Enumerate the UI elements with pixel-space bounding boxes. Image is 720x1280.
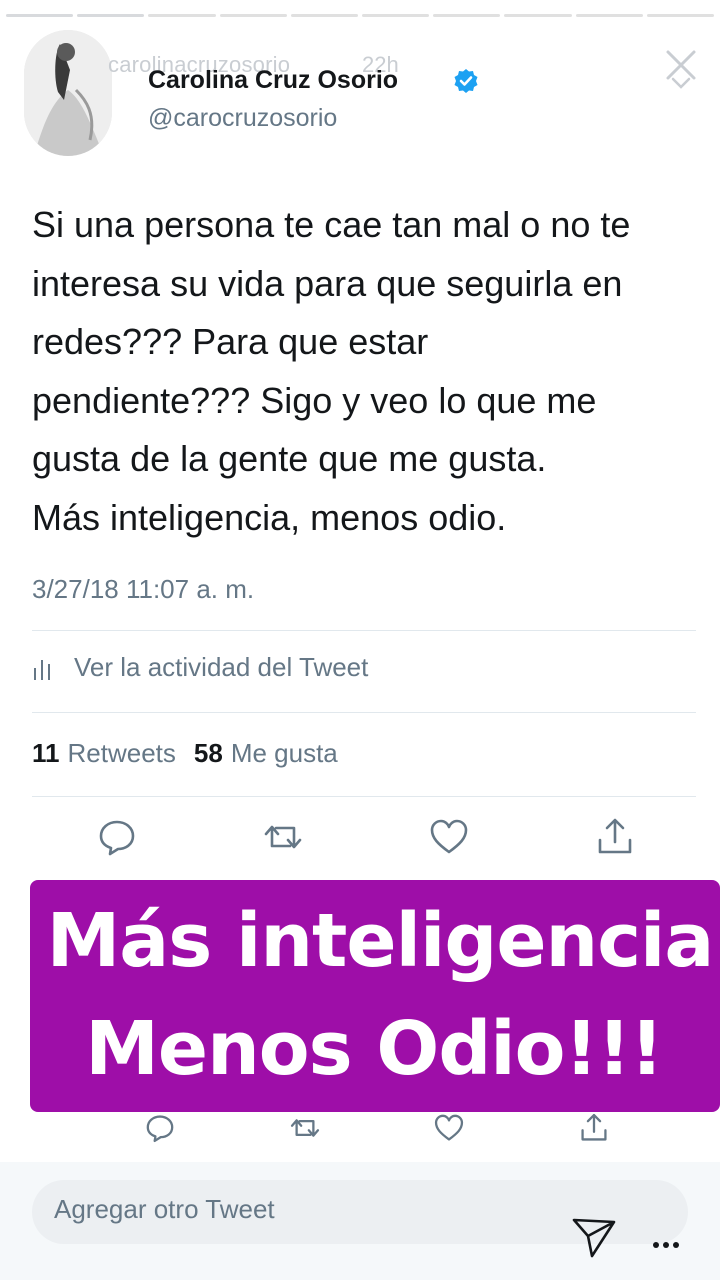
divider <box>32 796 696 797</box>
tweet-timestamp: 3/27/18 11:07 a. m. <box>32 574 255 604</box>
tweet-stats: 11 Retweets 58 Me gusta <box>32 738 338 769</box>
retweet-icon[interactable] <box>262 816 304 858</box>
progress-segment <box>77 14 145 17</box>
progress-segment <box>504 14 572 17</box>
heart-icon[interactable] <box>433 1112 465 1144</box>
likes-label: Me gusta <box>230 738 338 768</box>
progress-segment <box>433 14 501 17</box>
chevron-down-icon <box>670 76 692 90</box>
reply-icon[interactable] <box>96 816 138 858</box>
heart-icon[interactable] <box>428 816 470 858</box>
retweet-icon[interactable] <box>289 1112 321 1144</box>
share-icon[interactable] <box>578 1112 610 1144</box>
progress-segment <box>575 14 643 17</box>
story-progress <box>6 14 715 18</box>
author-handle[interactable]: @carocruzosorio <box>148 104 337 133</box>
likes-count: 58 <box>193 738 223 768</box>
activity-label: Ver la actividad del Tweet <box>74 652 369 682</box>
tweet-actions <box>96 816 636 858</box>
progress-segment <box>646 14 715 17</box>
tweet-actions-secondary <box>144 1112 610 1144</box>
progress-segment <box>290 14 359 17</box>
share-icon[interactable] <box>594 816 636 858</box>
verified-badge-icon <box>453 68 479 94</box>
tweet-text: Si una persona te cae tan mal o no te in… <box>32 204 631 538</box>
author-avatar[interactable] <box>24 30 112 156</box>
likes-stat[interactable]: 58 Me gusta <box>194 738 338 769</box>
retweets-stat[interactable]: 11 Retweets <box>32 738 176 769</box>
divider <box>32 630 696 631</box>
bar-chart-icon <box>32 656 54 680</box>
overlay-text-line1: Más inteligencia <box>46 898 715 984</box>
progress-segment <box>362 14 430 17</box>
send-icon[interactable] <box>570 1216 618 1260</box>
retweets-label: Retweets <box>67 738 176 768</box>
retweets-count: 11 <box>32 738 60 768</box>
progress-segment <box>6 14 74 17</box>
progress-segment <box>219 14 287 17</box>
divider <box>32 712 696 713</box>
tweet-activity-link[interactable]: Ver la actividad del Tweet <box>32 652 368 683</box>
progress-segment <box>148 14 216 17</box>
overlay-text-line2: Menos Odio!!! <box>85 1006 663 1092</box>
author-name[interactable]: Carolina Cruz Osorio <box>148 66 398 95</box>
reply-icon[interactable] <box>144 1112 176 1144</box>
more-icon[interactable] <box>652 1236 680 1248</box>
